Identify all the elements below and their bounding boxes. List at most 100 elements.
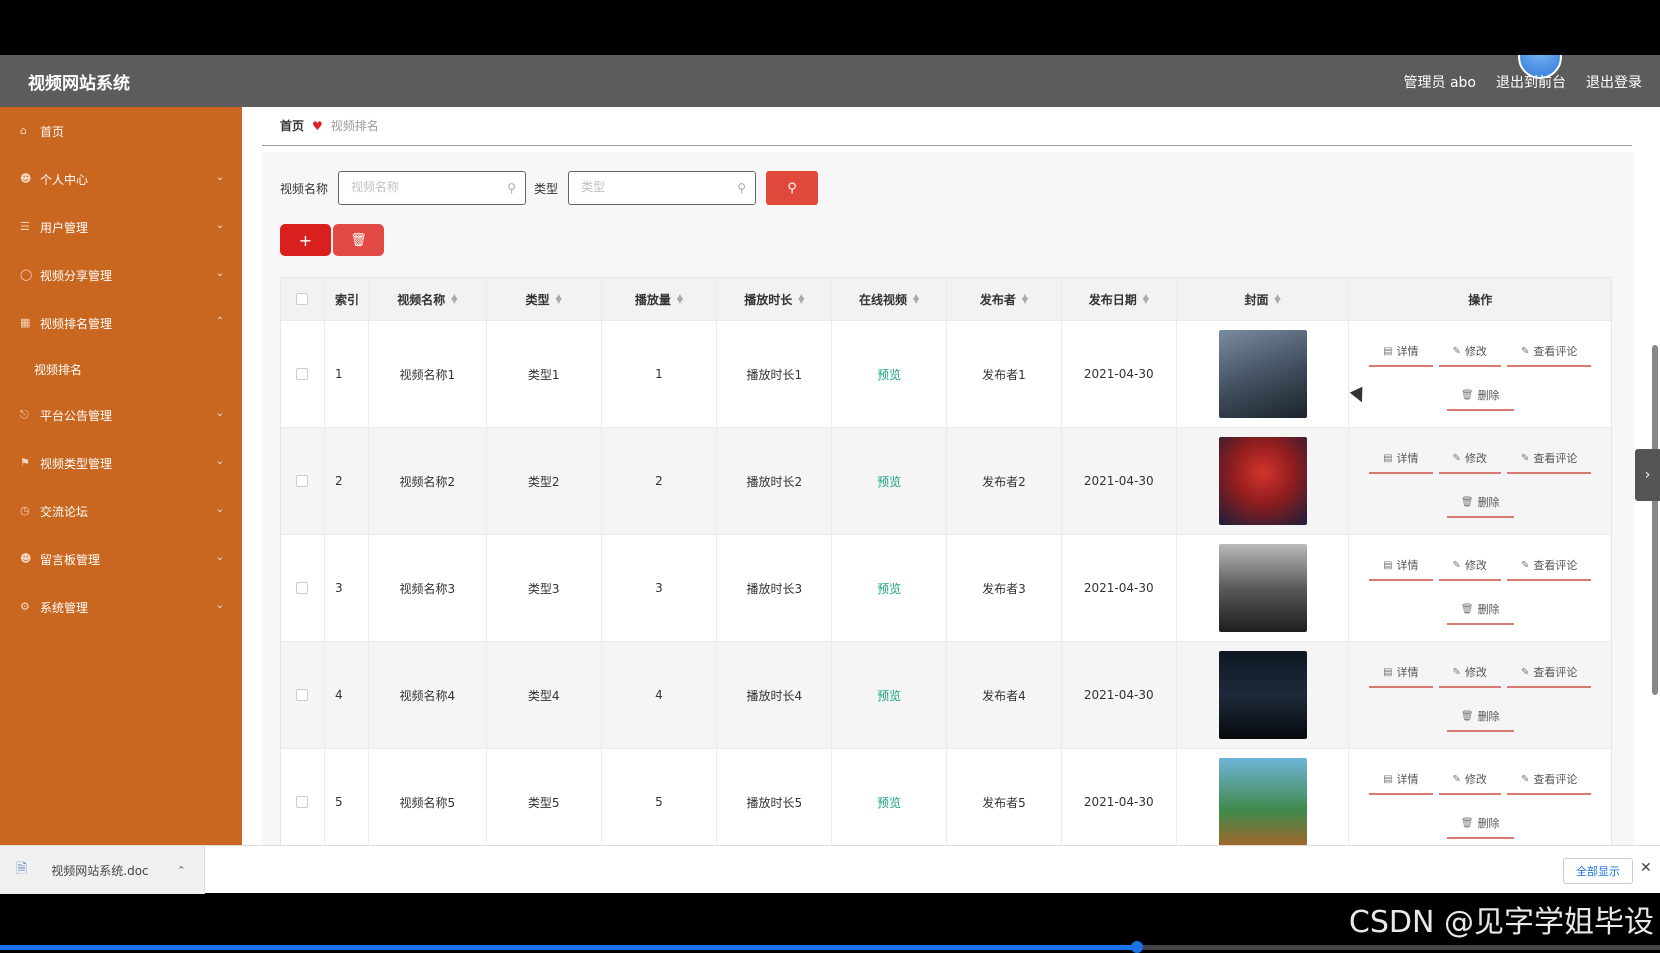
cover-image[interactable] xyxy=(1218,651,1307,739)
row-check-cell xyxy=(281,321,325,427)
download-item[interactable]: 🗎 视频网站系统.doc ⌃ xyxy=(0,846,205,894)
name-search-input[interactable] xyxy=(339,172,490,202)
row-checkbox[interactable] xyxy=(296,796,309,808)
column-header-date[interactable]: 发布日期 ▲ ▼ xyxy=(1062,278,1177,320)
sidebar-item-video-share[interactable]: ◯ 视频分享管理 ⌄ xyxy=(0,251,242,299)
row-checkbox[interactable] xyxy=(296,475,309,487)
sort-icon[interactable]: ▲ ▼ xyxy=(556,293,562,305)
comments-button[interactable]: ✎ 查看评论 xyxy=(1506,551,1592,581)
preview-link[interactable]: 预览 xyxy=(877,794,901,811)
sidebar-item-label: 系统管理 xyxy=(40,600,89,615)
column-header-duration[interactable]: 播放时长 ▲ ▼ xyxy=(717,278,833,320)
detail-button[interactable]: ▤ 详情 xyxy=(1369,765,1433,795)
column-header-label: 发布者 xyxy=(979,292,1016,307)
column-header-plays[interactable]: 播放量 ▲ ▼ xyxy=(602,278,718,320)
chevron-down-icon: ⌄ xyxy=(215,504,224,515)
column-header-cover[interactable]: 封面 ▲ ▼ xyxy=(1177,278,1350,320)
detail-button[interactable]: ▤ 详情 xyxy=(1369,444,1433,474)
chevron-down-icon: ⌄ xyxy=(215,552,224,563)
logout-link[interactable]: 退出登录 xyxy=(1586,72,1642,92)
cover-image[interactable] xyxy=(1218,758,1307,845)
add-button[interactable]: + xyxy=(280,224,331,256)
sidebar-item-video-types[interactable]: ⚑ 视频类型管理 ⌄ xyxy=(0,439,242,487)
row-checkbox[interactable] xyxy=(296,368,309,380)
breadcrumb-home[interactable]: 首页 xyxy=(280,117,304,134)
sort-icon[interactable]: ▲ ▼ xyxy=(677,293,683,305)
table-row: 3 视频名称3 类型3 3 播放时长3 预览 发布者3 2021-04-30 ▤… xyxy=(281,535,1611,642)
sort-icon[interactable]: ▲ ▼ xyxy=(798,293,804,305)
ops-cell: ▤ 详情 ✎ 修改 ✎ 查看评论 🗑 删除 xyxy=(1349,535,1611,641)
back-to-front-link[interactable]: 退出到前台 xyxy=(1496,72,1566,92)
chart-icon: ▦ xyxy=(20,316,31,329)
name-cell: 视频名称3 xyxy=(369,535,487,641)
delete-button[interactable]: 🗑 删除 xyxy=(1446,381,1514,411)
chevron-down-icon: ⌄ xyxy=(215,600,224,611)
column-header-name[interactable]: 视频名称 ▲ ▼ xyxy=(369,278,487,320)
show-all-downloads-button[interactable]: 全部显示 xyxy=(1563,858,1633,884)
comments-button[interactable]: ✎ 查看评论 xyxy=(1506,444,1592,474)
sidebar-item-forum[interactable]: ◷ 交流论坛 ⌄ xyxy=(0,487,242,535)
sidebar-item-label: 用户管理 xyxy=(40,220,89,235)
edit-button[interactable]: ✎ 修改 xyxy=(1438,551,1501,581)
ops-line: ▤ 详情 ✎ 修改 ✎ 查看评论 xyxy=(1369,765,1592,795)
detail-button[interactable]: ▤ 详情 xyxy=(1369,337,1433,367)
column-header-publisher[interactable]: 发布者 ▲ ▼ xyxy=(947,278,1062,320)
doc-icon: ▤ xyxy=(1383,559,1393,571)
sidebar-item-profile[interactable]: ☻ 个人中心 ⌄ xyxy=(0,155,242,203)
sort-icon[interactable]: ▲ ▼ xyxy=(1143,293,1149,305)
sidebar-item-system[interactable]: ⚙ 系统管理 ⌄ xyxy=(0,583,242,631)
batch-delete-button[interactable]: 🗑 xyxy=(333,224,384,256)
delete-button[interactable]: 🗑 删除 xyxy=(1446,702,1514,732)
cover-image[interactable] xyxy=(1218,330,1307,418)
power-icon: ⎋ xyxy=(20,408,29,421)
sidebar-item-video-ranking-mgmt[interactable]: ▦ 视频排名管理 ⌃ xyxy=(0,299,242,347)
sort-icon[interactable]: ▲ ▼ xyxy=(913,293,919,305)
index-cell: 3 xyxy=(325,535,369,641)
type-search-input[interactable] xyxy=(569,172,720,202)
comments-label: 查看评论 xyxy=(1533,559,1578,572)
comments-button[interactable]: ✎ 查看评论 xyxy=(1506,658,1592,688)
edit-button[interactable]: ✎ 修改 xyxy=(1438,444,1501,474)
preview-link[interactable]: 预览 xyxy=(877,366,901,383)
row-checkbox[interactable] xyxy=(296,582,309,594)
sidebar-item-guestbook[interactable]: ☻ 留言板管理 ⌄ xyxy=(0,535,242,583)
sort-icon[interactable]: ▲ ▼ xyxy=(1022,293,1028,305)
column-header-type[interactable]: 类型 ▲ ▼ xyxy=(487,278,602,320)
detail-button[interactable]: ▤ 详情 xyxy=(1369,551,1433,581)
sidebar-item-announcements[interactable]: ⎋ 平台公告管理 ⌄ xyxy=(0,391,242,439)
chevron-up-icon[interactable]: ⌃ xyxy=(177,864,186,877)
preview-link[interactable]: 预览 xyxy=(877,473,901,490)
video-progress-bar[interactable] xyxy=(0,941,1660,953)
sidebar-subitem-video-ranking[interactable]: 视频排名 xyxy=(0,347,242,391)
progress-handle[interactable] xyxy=(1131,941,1143,953)
preview-link[interactable]: 预览 xyxy=(877,687,901,704)
preview-link[interactable]: 预览 xyxy=(877,580,901,597)
sort-icon[interactable]: ▲ ▼ xyxy=(451,293,457,305)
sort-icon[interactable]: ▲ ▼ xyxy=(1274,293,1280,305)
edit-button[interactable]: ✎ 修改 xyxy=(1438,337,1501,367)
column-header-online[interactable]: 在线视频 ▲ ▼ xyxy=(832,278,948,320)
list-icon: ☰ xyxy=(20,220,30,233)
row-checkbox[interactable] xyxy=(296,689,309,701)
select-all-checkbox[interactable] xyxy=(296,293,309,305)
comments-button[interactable]: ✎ 查看评论 xyxy=(1506,765,1592,795)
close-icon[interactable]: ✕ xyxy=(1640,860,1652,876)
progress-fill xyxy=(0,945,1137,950)
delete-button[interactable]: 🗑 删除 xyxy=(1446,488,1514,518)
page-scrollbar[interactable] xyxy=(1652,345,1658,695)
cover-image[interactable] xyxy=(1218,437,1307,525)
delete-button[interactable]: 🗑 删除 xyxy=(1446,809,1514,839)
side-collapse-tab[interactable]: › xyxy=(1635,449,1660,501)
detail-button[interactable]: ▤ 详情 xyxy=(1369,658,1433,688)
edit-button[interactable]: ✎ 修改 xyxy=(1438,658,1501,688)
pencil-icon: ✎ xyxy=(1520,559,1530,571)
sidebar-item-users[interactable]: ☰ 用户管理 ⌄ xyxy=(0,203,242,251)
publisher-cell: 发布者1 xyxy=(947,321,1062,427)
delete-button[interactable]: 🗑 删除 xyxy=(1446,595,1514,625)
cover-image[interactable] xyxy=(1218,544,1307,632)
search-button[interactable]: ⚲ xyxy=(766,171,819,205)
header-actions: 管理员 abo 退出到前台 退出登录 xyxy=(1404,72,1642,92)
edit-button[interactable]: ✎ 修改 xyxy=(1438,765,1501,795)
comments-button[interactable]: ✎ 查看评论 xyxy=(1506,337,1592,367)
sidebar-item-home[interactable]: ⌂ 首页 xyxy=(0,107,242,155)
